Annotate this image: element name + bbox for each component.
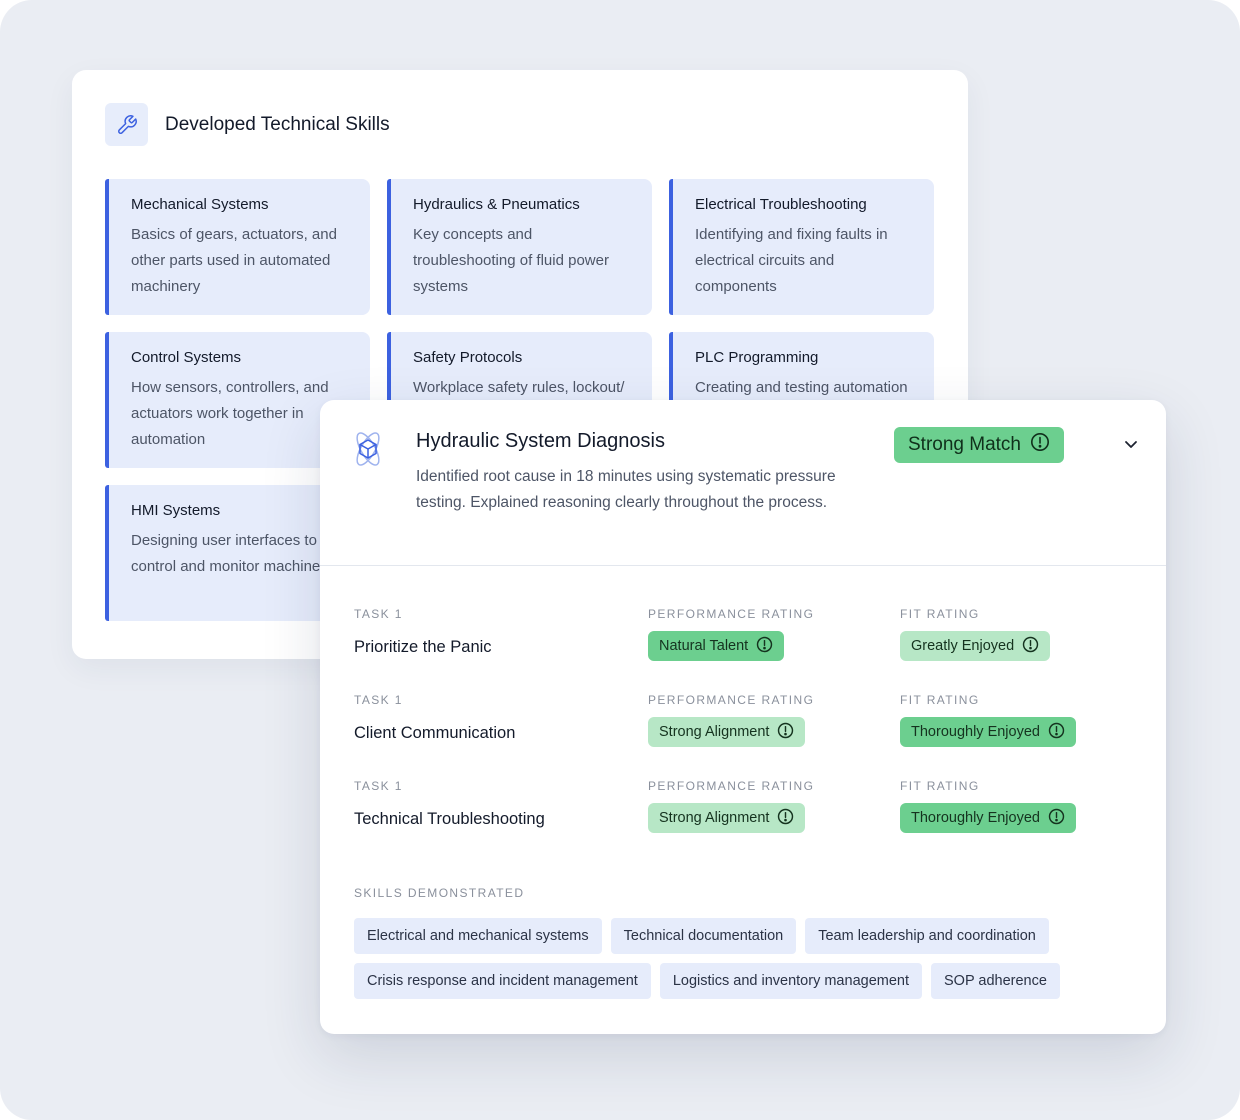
task-column: TASK 1 Prioritize the Panic [354, 607, 492, 657]
performance-label: PERFORMANCE RATING [648, 693, 815, 707]
skill-title: Mechanical Systems [131, 196, 269, 213]
info-icon [1048, 808, 1065, 829]
stage: Developed Technical Skills Mechanical Sy… [0, 0, 1240, 1120]
strong-match-badge[interactable]: Strong Match [894, 427, 1064, 463]
skill-description: How sensors, controllers, and actuators … [131, 379, 329, 448]
performance-rating-pill[interactable]: Strong Alignment [648, 717, 806, 747]
skill-chip: Team leadership and coordination [805, 918, 1049, 954]
skill-title: Safety Protocols [413, 349, 523, 366]
skill-chip: Crisis response and incident management [354, 963, 651, 999]
skills-header: Developed Technical Skills [105, 103, 390, 146]
skill-description: Basics of gears, actuators, and other pa… [131, 226, 337, 295]
task-label: TASK 1 [354, 607, 403, 621]
skill-tile-electrical-troubleshooting: Electrical Troubleshooting Identifying a… [669, 179, 934, 315]
performance-column: PERFORMANCE RATING Strong Alignment [648, 693, 814, 747]
task-label: TASK 1 [354, 779, 403, 793]
task-row: TASK 1 Prioritize the Panic PERFORMANCE … [354, 607, 1144, 667]
skill-description: Identifying and fixing faults in electri… [695, 226, 888, 295]
skills-chip-list: Electrical and mechanical systems Techni… [354, 918, 1114, 999]
skill-description: Key concepts and troubleshooting of flui… [413, 226, 609, 295]
performance-label: PERFORMANCE RATING [648, 607, 815, 621]
fit-rating-pill[interactable]: Greatly Enjoyed [900, 631, 1051, 661]
info-icon [1048, 722, 1065, 743]
wrench-icon [105, 103, 148, 146]
cube-atom-icon [347, 428, 389, 475]
rating-text: Greatly Enjoyed [911, 638, 1015, 654]
rating-text: Strong Alignment [659, 810, 770, 826]
fit-column: FIT RATING Greatly Enjoyed [900, 607, 1051, 661]
skill-chip: Technical documentation [610, 918, 797, 954]
task-name: Client Communication [354, 724, 516, 742]
info-icon [1030, 432, 1050, 458]
info-icon [756, 636, 773, 657]
diagnosis-header: Hydraulic System Diagnosis Identified ro… [320, 400, 1166, 566]
task-name: Prioritize the Panic [354, 638, 492, 656]
fit-column: FIT RATING Thoroughly Enjoyed [900, 693, 1076, 747]
fit-rating-pill[interactable]: Thoroughly Enjoyed [900, 717, 1076, 747]
skills-title: Developed Technical Skills [165, 113, 390, 135]
diagnosis-card: Hydraulic System Diagnosis Identified ro… [320, 400, 1166, 1034]
skill-description: Creating and testing automation [695, 379, 908, 396]
rating-text: Thoroughly Enjoyed [911, 810, 1040, 826]
skill-chip: Logistics and inventory management [659, 963, 922, 999]
skill-title: PLC Programming [695, 349, 819, 366]
skill-title: Hydraulics & Pneumatics [413, 196, 580, 213]
fit-rating-pill[interactable]: Thoroughly Enjoyed [900, 803, 1076, 833]
skill-chip: Electrical and mechanical systems [354, 918, 602, 954]
performance-column: PERFORMANCE RATING Strong Alignment [648, 779, 814, 833]
skill-description: Designing user interfaces to control and… [131, 532, 328, 575]
diagnosis-description: Identified root cause in 18 minutes usin… [416, 468, 836, 511]
skill-tile-mechanical-systems: Mechanical Systems Basics of gears, actu… [105, 179, 370, 315]
performance-label: PERFORMANCE RATING [648, 779, 815, 793]
task-label: TASK 1 [354, 693, 403, 707]
fit-label: FIT RATING [900, 607, 980, 621]
task-name: Technical Troubleshooting [354, 810, 545, 828]
rating-text: Strong Alignment [659, 724, 770, 740]
skill-tile-hydraulics-pneumatics: Hydraulics & Pneumatics Key concepts and… [387, 179, 652, 315]
performance-rating-pill[interactable]: Strong Alignment [648, 803, 806, 833]
fit-column: FIT RATING Thoroughly Enjoyed [900, 779, 1076, 833]
task-column: TASK 1 Technical Troubleshooting [354, 779, 545, 829]
skills-demonstrated-label: SKILLS DEMONSTRATED [354, 886, 525, 900]
skill-title: HMI Systems [131, 502, 221, 519]
performance-column: PERFORMANCE RATING Natural Talent [648, 607, 814, 661]
skill-title: Electrical Troubleshooting [695, 196, 867, 213]
task-row: TASK 1 Technical Troubleshooting PERFORM… [354, 779, 1144, 839]
diagnosis-title: Hydraulic System Diagnosis [416, 430, 665, 452]
performance-rating-pill[interactable]: Natural Talent [648, 631, 785, 661]
chevron-down-icon[interactable] [1120, 433, 1142, 455]
task-row: TASK 1 Client Communication PERFORMANCE … [354, 693, 1144, 753]
skill-chip: SOP adherence [931, 963, 1060, 999]
task-column: TASK 1 Client Communication [354, 693, 515, 743]
skill-description: Workplace safety rules, lockout/ [413, 379, 625, 396]
match-label: Strong Match [908, 434, 1021, 455]
rating-text: Natural Talent [659, 638, 749, 654]
info-icon [1022, 636, 1039, 657]
rating-text: Thoroughly Enjoyed [911, 724, 1040, 740]
info-icon [777, 722, 794, 743]
skill-title: Control Systems [131, 349, 242, 366]
fit-label: FIT RATING [900, 693, 980, 707]
info-icon [777, 808, 794, 829]
fit-label: FIT RATING [900, 779, 980, 793]
